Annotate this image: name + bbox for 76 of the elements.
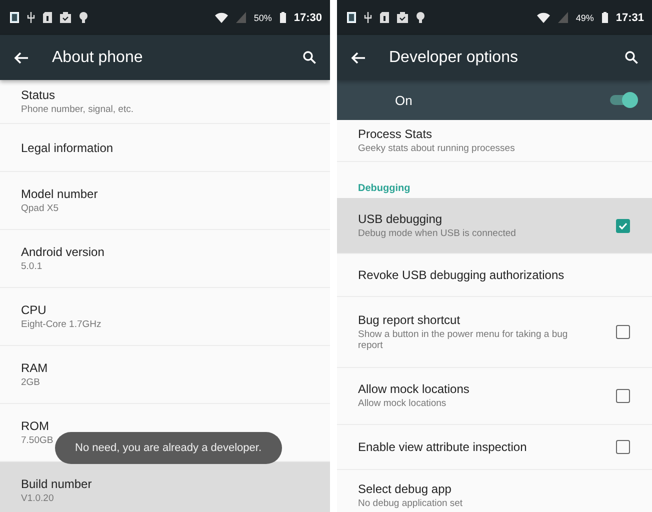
settings-row[interactable]: Model number Qpad X5 <box>0 172 330 230</box>
checkbox[interactable] <box>616 389 630 403</box>
setting-summary: 7.50GB <box>21 434 54 446</box>
setting-title: Process Stats <box>358 126 432 141</box>
setting-title: Build number <box>21 476 92 491</box>
clock-time: 17:30 <box>294 12 322 24</box>
battery-icon <box>602 12 608 23</box>
setting-summary: Eight-Core 1.7GHz <box>21 318 102 330</box>
usb-icon <box>27 12 35 23</box>
setting-title: Legal information <box>21 140 114 154</box>
signal-icon <box>558 12 568 23</box>
battery-percent: 49% <box>576 12 594 22</box>
screen-title: Developer options <box>389 48 519 66</box>
screen-title: About phone <box>52 48 144 66</box>
search-icon[interactable] <box>303 51 316 64</box>
sim-card-icon <box>347 12 356 23</box>
setting-summary: V1.0.20 <box>21 492 54 504</box>
settings-row[interactable]: Build number V1.0.20 <box>0 462 330 512</box>
bulb-icon <box>79 12 88 23</box>
checkbox[interactable] <box>616 440 630 454</box>
setting-title: Status <box>21 88 56 102</box>
signal-icon <box>236 12 246 23</box>
setting-title: Android version <box>21 244 104 259</box>
setting-title: USB debugging <box>358 212 442 226</box>
developer-toast: No need, you are already a developer. <box>55 432 282 464</box>
settings-row[interactable]: Select debug app No debug application set <box>337 470 652 512</box>
setting-title: Enable view attribute inspection <box>358 440 527 454</box>
clock-time: 17:31 <box>616 12 644 24</box>
setting-summary: Allow mock locations <box>358 398 446 410</box>
clipboard-icon <box>60 12 71 23</box>
wifi-icon <box>536 12 550 23</box>
settings-row[interactable]: Allow mock locations Allow mock locations <box>337 368 652 425</box>
setting-title: Model number <box>21 186 98 201</box>
settings-row[interactable]: Legal information <box>0 124 330 172</box>
settings-row[interactable]: Revoke USB debugging authorizations <box>337 254 652 297</box>
setting-summary: Geeky stats about running processes <box>358 142 515 154</box>
section-header: Debugging <box>358 183 410 194</box>
settings-row[interactable]: Android version 5.0.1 <box>0 230 330 288</box>
setting-summary: Debug mode when USB is connected <box>358 228 516 240</box>
setting-summary: Show a button in the power menu for taking a bug report <box>358 328 569 352</box>
setting-summary: Qpad X5 <box>21 202 58 214</box>
checkbox[interactable] <box>616 325 630 339</box>
setting-title: RAM <box>21 360 48 375</box>
setting-title: Allow mock locations <box>358 382 470 396</box>
master-switch-label: On <box>395 92 414 108</box>
settings-row[interactable]: Status Phone number, signal, etc. <box>0 80 330 124</box>
setting-summary: Phone number, signal, etc. <box>21 104 134 116</box>
settings-row[interactable]: Process Stats Geeky stats about running processes <box>337 120 652 162</box>
sim-card-icon <box>10 12 19 23</box>
settings-row[interactable]: CPU Eight-Core 1.7GHz <box>0 288 330 346</box>
usb-icon <box>364 12 372 23</box>
wifi-icon <box>214 12 228 23</box>
settings-row[interactable]: Bug report shortcut Show a button in the power menu for taking a bug report <box>337 297 652 368</box>
setting-summary: 2GB <box>21 376 40 388</box>
setting-title: Bug report shortcut <box>358 312 460 327</box>
sd-card-icon <box>380 12 389 23</box>
setting-summary: 5.0.1 <box>21 260 42 272</box>
battery-icon <box>280 12 286 23</box>
sd-card-icon <box>43 12 52 23</box>
settings-row[interactable]: Enable view attribute inspection <box>337 425 652 470</box>
battery-percent: 50% <box>254 12 272 22</box>
back-arrow-icon[interactable] <box>14 52 28 64</box>
bulb-icon <box>416 12 425 23</box>
settings-row[interactable]: USB debugging Debug mode when USB is connected <box>337 198 652 254</box>
setting-title: Select debug app <box>358 482 452 496</box>
toggle-switch[interactable] <box>610 95 636 105</box>
check-icon <box>618 220 628 230</box>
settings-row[interactable]: RAM 2GB <box>0 346 330 404</box>
clipboard-icon <box>397 12 408 23</box>
checkbox[interactable] <box>616 218 630 232</box>
back-arrow-icon[interactable] <box>351 52 365 64</box>
setting-title: ROM <box>21 418 49 433</box>
setting-title: Revoke USB debugging authorizations <box>358 268 564 282</box>
setting-title: CPU <box>21 302 46 317</box>
search-icon[interactable] <box>625 51 638 64</box>
setting-summary: No debug application set <box>358 498 463 510</box>
